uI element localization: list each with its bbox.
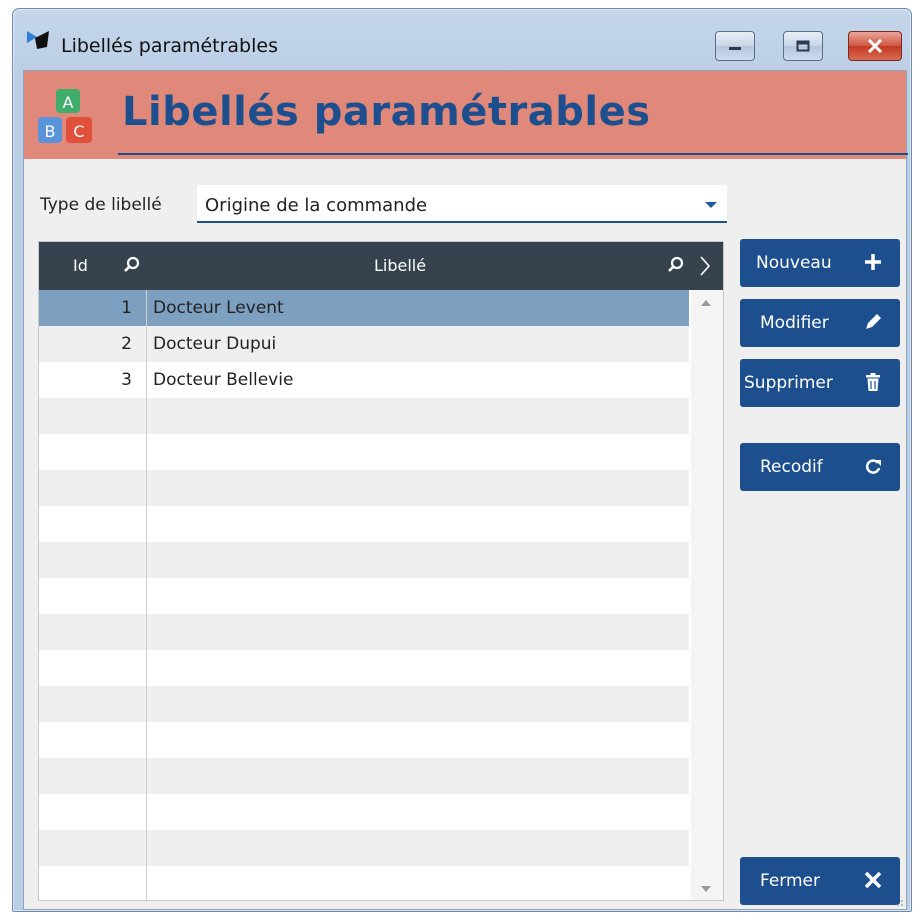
fermer-label: Fermer [760, 871, 821, 891]
nouveau-button[interactable]: Nouveau [740, 239, 900, 287]
table-row[interactable] [39, 686, 689, 722]
table-row[interactable] [39, 506, 689, 542]
close-icon [867, 39, 883, 53]
column-header-libelle[interactable]: Libellé [374, 256, 426, 275]
search-icon[interactable] [667, 256, 685, 274]
table-row[interactable] [39, 470, 689, 506]
svg-text:C: C [73, 122, 84, 141]
table-row[interactable]: 1 Docteur Levent [39, 290, 689, 326]
scroll-down-icon[interactable] [701, 886, 711, 892]
fermer-button[interactable]: Fermer [740, 857, 900, 905]
table-row[interactable] [39, 722, 689, 758]
table-row[interactable] [39, 542, 689, 578]
resize-grip-icon[interactable] [892, 895, 904, 907]
maximize-icon [796, 40, 810, 52]
scroll-up-icon[interactable] [701, 300, 711, 306]
table-row[interactable] [39, 434, 689, 470]
column-header-id[interactable]: Id [73, 256, 88, 275]
refresh-icon [865, 459, 881, 474]
app-window: Libellés paramétrables A B C Libellés pa… [12, 8, 912, 912]
title-bar[interactable]: Libellés paramétrables [13, 9, 911, 71]
abc-blocks-icon: A B C [38, 89, 92, 143]
minimize-button[interactable] [715, 31, 755, 61]
close-window-button[interactable] [848, 31, 902, 61]
table-row[interactable] [39, 578, 689, 614]
svg-text:A: A [63, 93, 74, 112]
table-row[interactable] [39, 866, 689, 900]
supprimer-label: Supprimer [744, 373, 833, 393]
cell-libelle: Docteur Levent [153, 298, 284, 318]
cell-id: 1 [121, 298, 132, 318]
table-row[interactable] [39, 398, 689, 434]
app-icon [27, 31, 49, 49]
table-row[interactable] [39, 758, 689, 794]
type-libelle-value: Origine de la commande [205, 195, 428, 216]
window-title: Libellés paramétrables [61, 35, 278, 57]
trash-icon [866, 373, 880, 391]
chevron-right-icon[interactable] [699, 255, 711, 277]
cell-id: 2 [121, 334, 132, 354]
cell-libelle: Docteur Bellevie [153, 370, 294, 390]
title-underline [118, 153, 908, 155]
recodif-button[interactable]: Recodif [740, 443, 900, 491]
column-divider [146, 290, 147, 900]
table-row[interactable] [39, 794, 689, 830]
cell-id: 3 [121, 370, 132, 390]
pencil-icon [866, 314, 881, 329]
type-libelle-select[interactable]: Origine de la commande [197, 185, 727, 223]
table-header: Id Libellé [39, 242, 723, 290]
header-banner: A B C Libellés paramétrables [24, 71, 908, 159]
search-icon[interactable] [123, 256, 141, 274]
table-row[interactable] [39, 614, 689, 650]
dropdown-arrow-icon[interactable] [705, 202, 717, 208]
plus-icon [865, 254, 881, 270]
dialog-body: A B C Libellés paramétrables Type de lib… [23, 70, 908, 910]
close-icon [864, 871, 882, 889]
type-libelle-label: Type de libellé [40, 195, 162, 215]
recodif-label: Recodif [760, 457, 823, 477]
nouveau-label: Nouveau [756, 253, 832, 273]
table-row[interactable] [39, 830, 689, 866]
cell-libelle: Docteur Dupui [153, 334, 277, 354]
modifier-button[interactable]: Modifier [740, 299, 900, 347]
libelles-table: Id Libellé 1 Docteur Levent 2 Docteur Dupui… [38, 241, 724, 901]
table-row[interactable]: 3 Docteur Bellevie [39, 362, 689, 398]
minimize-icon [729, 47, 741, 50]
page-title: Libellés paramétrables [122, 89, 651, 135]
maximize-button[interactable] [783, 31, 823, 61]
svg-text:B: B [45, 122, 56, 141]
vertical-scrollbar[interactable] [691, 290, 723, 900]
table-row[interactable] [39, 650, 689, 686]
modifier-label: Modifier [760, 313, 829, 333]
table-body: 1 Docteur Levent 2 Docteur Dupui 3 Docteur Be… [39, 290, 689, 900]
table-row[interactable]: 2 Docteur Dupui [39, 326, 689, 362]
supprimer-button[interactable]: Supprimer [740, 359, 900, 407]
